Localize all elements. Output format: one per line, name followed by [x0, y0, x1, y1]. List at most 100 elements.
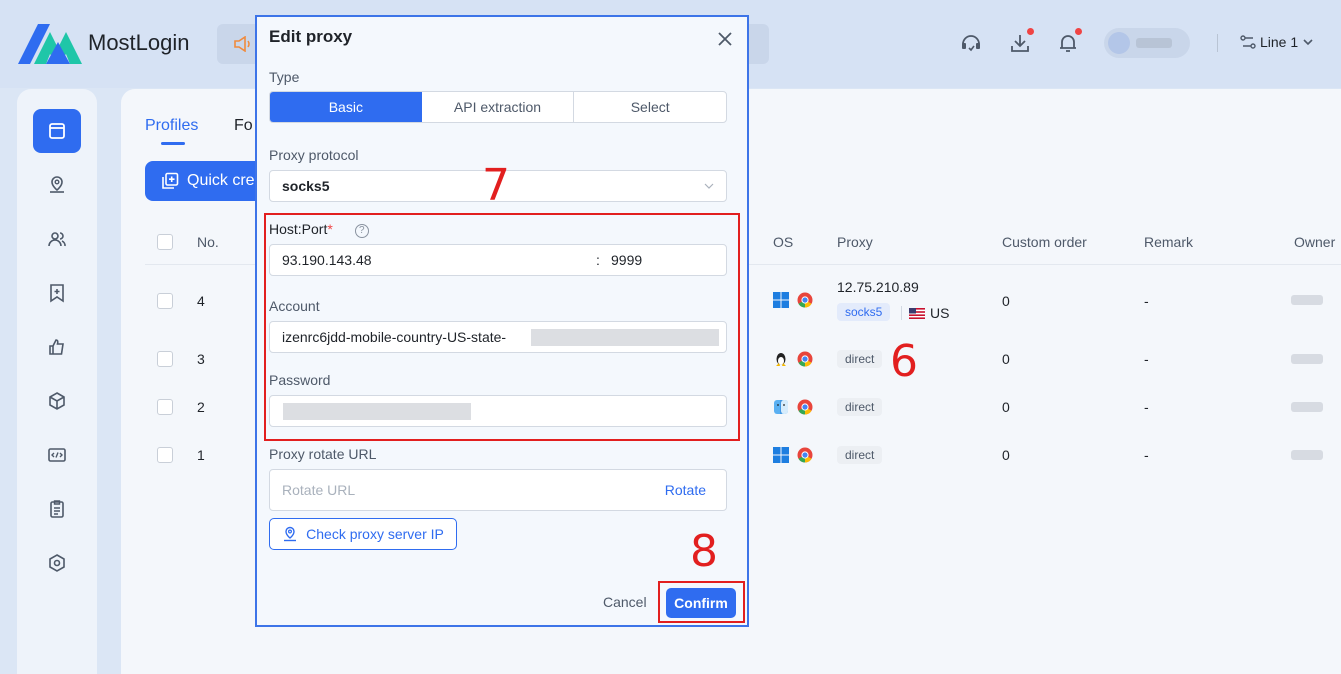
mostlogin-logo-icon: [18, 24, 82, 64]
chevron-down-icon: [1303, 39, 1313, 46]
cube-icon: [49, 392, 65, 410]
row-checkbox[interactable]: [157, 293, 173, 309]
tab-folders[interactable]: Fo: [234, 117, 253, 135]
custom-order: 0: [1002, 351, 1010, 367]
bookmark-add-icon: [50, 284, 64, 303]
row-no: 1: [197, 447, 205, 463]
nav-settings[interactable]: [33, 541, 81, 585]
browser-window-icon: [49, 123, 65, 139]
nav-api[interactable]: [33, 433, 81, 477]
custom-order: 0: [1002, 293, 1010, 309]
cancel-button[interactable]: Cancel: [603, 594, 647, 610]
megaphone-icon: [234, 36, 250, 52]
linux-icon: [776, 353, 786, 366]
us-flag-icon: [909, 308, 925, 319]
type-option-api-extraction[interactable]: API extraction: [422, 92, 575, 122]
tab-profiles[interactable]: Profiles: [145, 117, 198, 135]
proxy-country: US: [930, 305, 950, 321]
owner-blurred: [1291, 450, 1323, 460]
row-checkbox[interactable]: [157, 399, 173, 415]
protocol-label: Proxy protocol: [269, 147, 359, 163]
windows-icon: [773, 292, 789, 308]
users-icon: [48, 232, 66, 247]
dialog-title: Edit proxy: [269, 27, 353, 46]
location-pin-icon: [284, 526, 297, 542]
chrome-icon: [797, 292, 813, 308]
nav-proxies[interactable]: [33, 163, 81, 207]
rotate-link[interactable]: Rotate: [665, 482, 706, 498]
annotation-highlight-confirm: [658, 581, 745, 623]
owner-blurred: [1291, 295, 1323, 305]
select-all-checkbox[interactable]: [157, 234, 173, 250]
proxy-type-badge: direct: [837, 398, 883, 416]
location-pin-icon: [50, 176, 64, 193]
nav-profiles[interactable]: [33, 109, 81, 153]
side-nav: [17, 89, 97, 674]
proxy-ip: 12.75.210.89: [837, 279, 919, 295]
add-window-icon: [162, 172, 179, 189]
custom-order: 0: [1002, 399, 1010, 415]
remark: -: [1144, 293, 1149, 309]
remark: -: [1144, 447, 1149, 463]
nav-logs[interactable]: [33, 487, 81, 531]
rotate-url-placeholder: Rotate URL: [282, 482, 356, 498]
check-proxy-button[interactable]: Check proxy server IP: [269, 518, 457, 550]
annotation-step-6: 6: [890, 336, 918, 387]
app-logo: MostLogin: [16, 20, 190, 66]
line-selector[interactable]: Line 1: [1240, 34, 1314, 50]
type-segmented-control: Basic API extraction Select: [269, 91, 727, 123]
nav-team[interactable]: [33, 217, 81, 261]
type-label: Type: [269, 69, 300, 85]
line-selector-label: Line 1: [1260, 34, 1299, 50]
row-no: 2: [197, 399, 205, 415]
chevron-down-icon: [704, 183, 714, 189]
col-proxy: Proxy: [837, 234, 873, 250]
avatar: [1108, 32, 1130, 54]
owner-blurred: [1291, 354, 1323, 364]
support-icon[interactable]: [959, 31, 983, 55]
row-no: 3: [197, 351, 205, 367]
route-icon: [1240, 35, 1256, 49]
row-checkbox[interactable]: [157, 351, 173, 367]
mac-finder-icon: [774, 400, 788, 414]
annotation-step-7: 7: [482, 160, 510, 211]
proxy-divider: [901, 306, 902, 320]
nav-extensions[interactable]: [33, 379, 81, 423]
col-owner: Owner: [1294, 234, 1336, 250]
annotation-step-8: 8: [690, 526, 718, 577]
nav-favorites[interactable]: [33, 325, 81, 369]
quick-create-label: Quick cre: [187, 172, 255, 189]
tab-active-indicator: [161, 142, 185, 145]
remark: -: [1144, 351, 1149, 367]
user-menu[interactable]: [1104, 28, 1190, 58]
chrome-icon: [797, 399, 813, 415]
remark: -: [1144, 399, 1149, 415]
col-custom-order[interactable]: Custom order: [1002, 234, 1087, 250]
proxy-type-badge: direct: [837, 446, 883, 464]
download-badge-dot: [1027, 28, 1034, 35]
row-checkbox[interactable]: [157, 447, 173, 463]
rotate-url-input[interactable]: Rotate URL Rotate: [269, 469, 727, 511]
close-icon[interactable]: [716, 30, 734, 48]
custom-order: 0: [1002, 447, 1010, 463]
settings-hexagon-icon: [49, 554, 65, 572]
app-name: MostLogin: [88, 30, 190, 55]
col-remark: Remark: [1144, 234, 1194, 250]
download-icon[interactable]: [1008, 28, 1034, 55]
thumbs-up-icon: [49, 339, 64, 355]
chrome-icon: [797, 351, 813, 367]
nav-bookmarks[interactable]: [33, 271, 81, 315]
type-option-basic[interactable]: Basic: [270, 92, 422, 122]
chrome-icon: [797, 447, 813, 463]
owner-blurred: [1291, 402, 1323, 412]
col-no: No.: [197, 234, 219, 250]
code-window-icon: [48, 448, 66, 462]
rotate-url-label: Proxy rotate URL: [269, 446, 377, 462]
col-os: OS: [773, 234, 794, 250]
check-proxy-label: Check proxy server IP: [306, 526, 444, 542]
protocol-value: socks5: [282, 178, 330, 194]
type-option-select[interactable]: Select: [574, 92, 726, 122]
bell-icon[interactable]: [1056, 28, 1082, 55]
notification-badge-dot: [1075, 28, 1082, 35]
proxy-type-badge: direct: [837, 350, 883, 368]
